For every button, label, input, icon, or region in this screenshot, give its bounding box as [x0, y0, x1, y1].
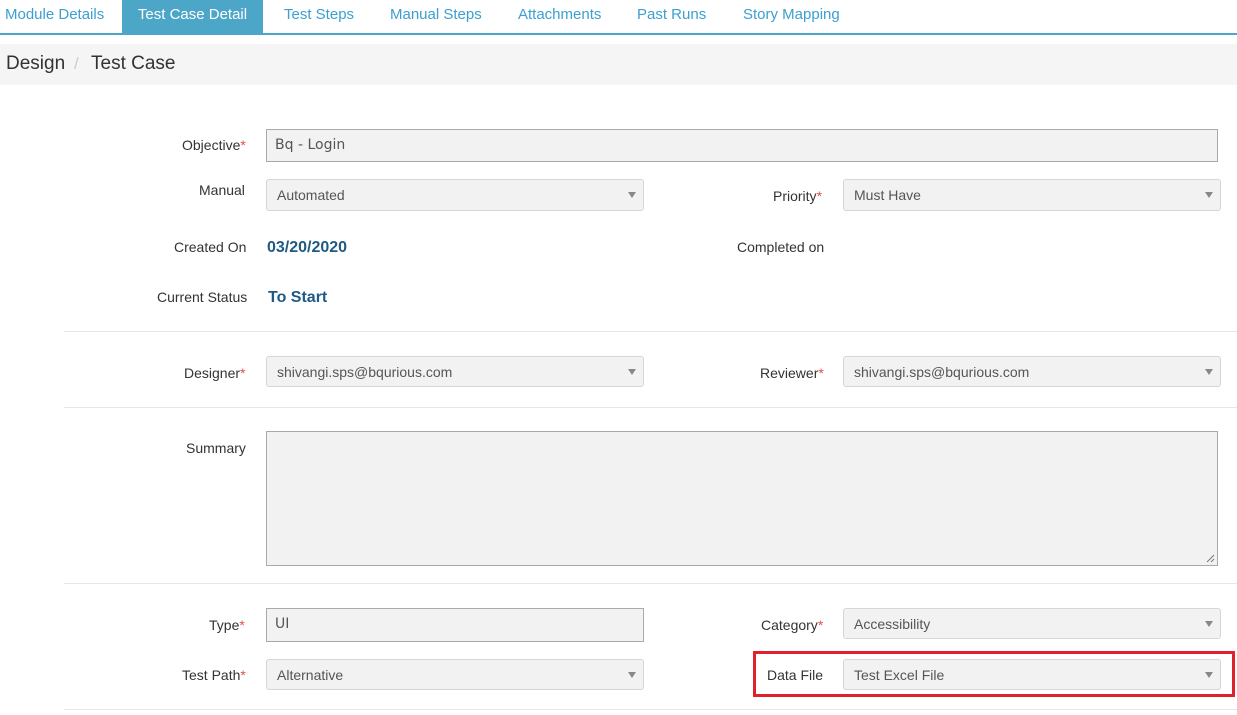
- summary-textarea[interactable]: [266, 431, 1218, 566]
- breadcrumb-item-test-case: Test Case: [91, 53, 176, 74]
- current-status-label: Current Status: [157, 289, 248, 305]
- reviewer-select[interactable]: shivangi.sps@bqurious.com: [843, 356, 1221, 387]
- section-divider: [64, 709, 1237, 710]
- test-path-select[interactable]: Alternative: [266, 659, 644, 690]
- tab-module-details[interactable]: Module Details: [5, 0, 104, 33]
- test-path-select-value: Alternative: [277, 667, 344, 683]
- breadcrumb: Design / Test Case: [0, 44, 1237, 85]
- manual-select-value: Automated: [277, 187, 345, 203]
- caret-down-icon: [1205, 621, 1213, 627]
- reviewer-select-value: shivangi.sps@bqurious.com: [854, 364, 1030, 380]
- breadcrumb-item-design[interactable]: Design: [6, 53, 65, 75]
- designer-select[interactable]: shivangi.sps@bqurious.com: [266, 356, 644, 387]
- tab-attachments[interactable]: Attachments: [518, 0, 601, 33]
- tab-manual-steps[interactable]: Manual Steps: [390, 0, 482, 33]
- reviewer-label: Reviewer*: [760, 365, 824, 381]
- designer-label: Designer*: [184, 365, 246, 381]
- current-status-value: To Start: [268, 289, 328, 306]
- category-select[interactable]: Accessibility: [843, 608, 1221, 639]
- section-divider: [64, 331, 1237, 332]
- tab-test-case-detail[interactable]: Test Case Detail: [122, 0, 263, 33]
- tab-story-mapping[interactable]: Story Mapping: [743, 0, 840, 33]
- priority-select[interactable]: Must Have: [843, 179, 1221, 211]
- test-path-label: Test Path*: [182, 667, 246, 683]
- type-input[interactable]: UI: [266, 608, 644, 642]
- tab-test-steps[interactable]: Test Steps: [284, 0, 354, 33]
- caret-down-icon: [1205, 369, 1213, 375]
- manual-label: Manual: [199, 182, 245, 198]
- objective-label: Objective*: [182, 137, 246, 153]
- designer-select-value: shivangi.sps@bqurious.com: [277, 364, 453, 380]
- section-divider: [64, 407, 1237, 408]
- tab-past-runs[interactable]: Past Runs: [637, 0, 706, 33]
- caret-down-icon: [628, 369, 636, 375]
- breadcrumb-separator: /: [74, 54, 79, 73]
- summary-label: Summary: [186, 440, 246, 456]
- caret-down-icon: [1205, 672, 1213, 678]
- data-file-select-value: Test Excel File: [854, 667, 945, 683]
- priority-label: Priority*: [773, 188, 823, 204]
- data-file-label: Data File: [767, 667, 824, 683]
- section-divider: [64, 583, 1237, 584]
- manual-select[interactable]: Automated: [266, 179, 644, 211]
- type-label: Type*: [209, 617, 245, 633]
- category-select-value: Accessibility: [854, 616, 931, 632]
- caret-down-icon: [628, 192, 636, 198]
- tab-bar: Module Details Test Case Detail Test Ste…: [0, 0, 1237, 35]
- created-on-label: Created On: [174, 239, 247, 255]
- caret-down-icon: [628, 672, 636, 678]
- completed-on-label: Completed on: [737, 239, 825, 255]
- priority-select-value: Must Have: [854, 187, 921, 203]
- objective-input[interactable]: Bq - Login: [266, 129, 1218, 162]
- created-on-value: 03/20/2020: [267, 239, 348, 256]
- data-file-select[interactable]: Test Excel File: [843, 659, 1221, 690]
- resize-grip-icon[interactable]: [1205, 553, 1215, 563]
- caret-down-icon: [1205, 192, 1213, 198]
- category-label: Category*: [761, 617, 824, 633]
